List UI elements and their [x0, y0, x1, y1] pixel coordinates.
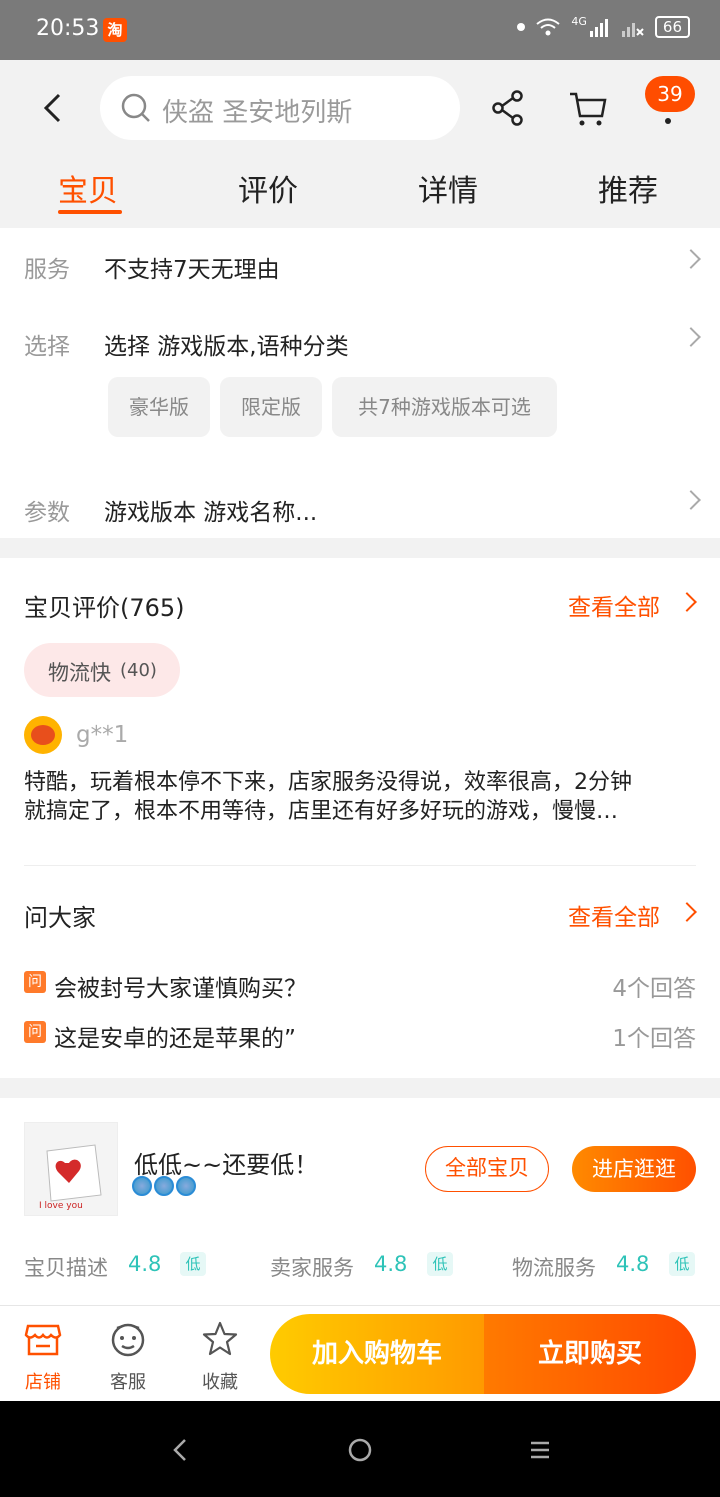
tab-reviews[interactable]: 评价 — [238, 166, 298, 210]
customer-service-label: 客服 — [110, 1372, 146, 1393]
review-tag-count: (40) — [120, 660, 157, 681]
signal-no-sim-icon — [621, 23, 644, 37]
search-icon — [121, 93, 150, 122]
nav-back-icon[interactable] — [170, 1437, 190, 1463]
nav-menu-icon[interactable] — [529, 1439, 551, 1461]
qa-question: 会被封号大家谨慎购买？ — [54, 976, 307, 1002]
add-to-cart-button[interactable]: 加入购物车 — [270, 1314, 484, 1394]
share-icon[interactable] — [490, 88, 526, 128]
search-bar[interactable]: 侠盗 圣安地列斯 — [100, 76, 460, 140]
crown-icon — [132, 1176, 152, 1196]
qa-view-all[interactable]: 查看全部 — [568, 898, 660, 932]
rating-level: 低 — [427, 1252, 453, 1276]
select-value: 选择 游戏版本,语种分类 — [104, 334, 349, 360]
status-icons: 4G 66 — [517, 14, 690, 38]
rating-score: 4.8 — [374, 1252, 408, 1276]
rating-score: 4.8 — [128, 1252, 162, 1276]
rating-label: 宝贝描述 — [24, 1256, 108, 1280]
active-tab-indicator — [58, 210, 122, 214]
qa-answer-count: 1个回答 — [612, 1026, 696, 1052]
more-badge[interactable]: 39 — [645, 76, 695, 112]
tab-recommend[interactable]: 推荐 — [598, 166, 658, 210]
shop-logo[interactable]: I love you — [24, 1122, 118, 1216]
reviews-title: 宝贝评价(765) — [24, 594, 185, 622]
nav-home-icon[interactable] — [347, 1437, 373, 1463]
service-value: 不支持7天无理由 — [104, 257, 280, 283]
signal-icon — [589, 19, 608, 37]
chat-face-icon — [111, 1323, 145, 1357]
shop-button[interactable]: 店铺 — [3, 1306, 83, 1402]
qa-title: 问大家 — [24, 904, 96, 932]
shop-level-crowns — [132, 1176, 196, 1196]
reviews-view-all[interactable]: 查看全部 — [568, 588, 660, 622]
tab-details[interactable]: 详情 — [418, 166, 478, 210]
select-label: 选择 — [24, 334, 70, 360]
shop-icon — [24, 1324, 62, 1356]
search-placeholder: 侠盗 圣安地列斯 — [162, 98, 353, 128]
system-nav-bar — [0, 1401, 720, 1497]
enter-shop-button[interactable]: 进店逛逛 — [572, 1146, 696, 1192]
question-icon: 问 — [24, 1021, 46, 1043]
variant-chip[interactable]: 豪华版 — [108, 377, 210, 437]
variant-chip[interactable]: 共7种游戏版本可选 — [332, 377, 557, 437]
params-value: 游戏版本 游戏名称... — [104, 500, 318, 526]
avatar — [24, 716, 62, 754]
buy-now-button[interactable]: 立即购买 — [484, 1314, 696, 1394]
shop-button-label: 店铺 — [25, 1372, 61, 1393]
all-items-button[interactable]: 全部宝贝 — [425, 1146, 549, 1192]
back-icon[interactable] — [40, 92, 64, 124]
avatar-face-icon — [31, 725, 55, 745]
review-text-line: 就搞定了，根本不用等待，店里还有好多好玩的游戏，慢慢… — [24, 799, 619, 824]
dot-icon — [517, 23, 526, 31]
network-label: 4G — [571, 14, 587, 28]
question-icon: 问 — [24, 971, 46, 993]
reviewer-name: g**1 — [76, 722, 129, 748]
status-bar: 20:53 淘 4G 66 — [0, 0, 720, 60]
review-text: 特酷，玩着根本停不下来，店家服务没得说，效率很高，2分钟 就搞定了，根本不用等待… — [24, 768, 714, 826]
favorite-label: 收藏 — [202, 1372, 238, 1393]
status-time: 20:53 — [36, 16, 100, 41]
rating-level: 低 — [669, 1252, 695, 1276]
customer-service-button[interactable]: 客服 — [88, 1306, 168, 1402]
favorite-button[interactable]: 收藏 — [180, 1306, 260, 1402]
tab-item[interactable]: 宝贝 — [58, 166, 118, 210]
cart-icon[interactable] — [568, 90, 608, 128]
rating-label: 卖家服务 — [270, 1256, 354, 1280]
service-label: 服务 — [24, 257, 70, 283]
taobao-notification-icon: 淘 — [103, 18, 127, 42]
review-tag-label: 物流快 — [48, 661, 111, 685]
rating-label: 物流服务 — [512, 1256, 596, 1280]
more-dot-icon — [665, 118, 671, 124]
qa-answer-count: 4个回答 — [612, 976, 696, 1002]
divider — [24, 865, 696, 866]
bottom-action-bar: 店铺 客服 收藏 加入购物车 立即购买 — [0, 1305, 720, 1401]
shop-name: 低低~~还要低！ — [134, 1151, 319, 1179]
shop-logo-text: I love you — [39, 1201, 83, 1211]
wifi-icon — [536, 18, 561, 36]
rating-score: 4.8 — [616, 1252, 650, 1276]
params-label: 参数 — [24, 500, 70, 526]
crown-icon — [154, 1176, 174, 1196]
header: 侠盗 圣安地列斯 39 宝贝 评价 详情 推荐 — [0, 60, 720, 228]
rating-level: 低 — [180, 1252, 206, 1276]
qa-question: 这是安卓的还是苹果的” — [54, 1026, 296, 1052]
battery-indicator: 66 — [654, 16, 690, 38]
review-tag[interactable]: 物流快 (40) — [24, 643, 180, 697]
crown-icon — [176, 1176, 196, 1196]
review-text-line: 特酷，玩着根本停不下来，店家服务没得说，效率很高，2分钟 — [24, 770, 632, 795]
variant-chip[interactable]: 限定版 — [220, 377, 322, 437]
star-icon — [202, 1321, 238, 1356]
